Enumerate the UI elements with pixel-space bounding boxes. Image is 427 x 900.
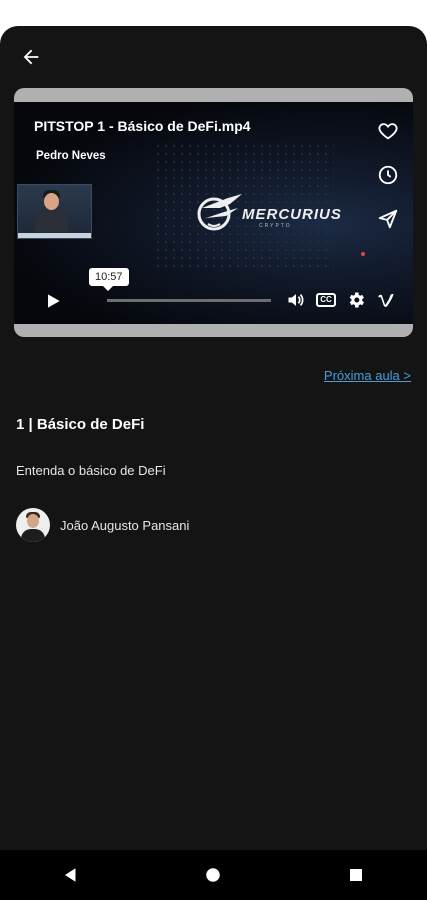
lesson-title: 1 | Básico de DeFi	[16, 416, 145, 433]
progress-bar[interactable]	[107, 299, 271, 302]
video-author: Pedro Neves	[36, 150, 106, 162]
player-controls: CC	[14, 282, 413, 318]
arrow-left-icon	[23, 49, 39, 65]
presenter-thumbnail	[17, 184, 92, 239]
recents-square-icon	[349, 869, 362, 881]
cc-icon: CC	[316, 293, 336, 307]
nav-back-button[interactable]	[51, 855, 91, 895]
logo-text: MERCURIUS	[242, 206, 342, 223]
back-triangle-icon	[65, 868, 76, 882]
android-nav-bar	[0, 850, 427, 900]
back-button[interactable]	[16, 42, 46, 72]
like-button[interactable]	[375, 118, 401, 144]
nav-home-button[interactable]	[193, 855, 233, 895]
heart-icon	[378, 123, 398, 140]
instructor-row: João Augusto Pansani	[16, 508, 189, 542]
lesson-description: Entenda o básico de DeFi	[16, 463, 166, 478]
share-button[interactable]	[375, 206, 401, 232]
nav-recents-button[interactable]	[336, 855, 376, 895]
play-button[interactable]	[38, 286, 68, 316]
video-player-card: PITSTOP 1 - Básico de DeFi.mp4 Pedro Nev…	[14, 88, 413, 337]
settings-button[interactable]	[344, 288, 368, 312]
vimeo-button[interactable]	[374, 288, 398, 312]
captions-button[interactable]: CC	[314, 288, 338, 312]
app-screen: PITSTOP 1 - Básico de DeFi.mp4 Pedro Nev…	[0, 26, 427, 900]
video-side-actions	[375, 118, 401, 232]
watch-later-button[interactable]	[375, 162, 401, 188]
clock-icon	[378, 165, 398, 185]
instructor-name: João Augusto Pansani	[60, 517, 190, 533]
logo-subtext: CRYPTO	[259, 223, 292, 229]
video-player[interactable]: PITSTOP 1 - Básico de DeFi.mp4 Pedro Nev…	[14, 102, 413, 324]
control-icons: CC	[284, 288, 398, 312]
home-circle-icon	[206, 868, 221, 882]
next-lesson-link[interactable]: Próxima aula >	[324, 368, 411, 383]
play-icon	[48, 294, 60, 308]
volume-button[interactable]	[284, 288, 308, 312]
volume-icon	[288, 294, 304, 306]
video-title: PITSTOP 1 - Básico de DeFi.mp4	[34, 118, 251, 134]
send-icon	[378, 209, 398, 229]
avatar	[16, 508, 50, 542]
red-dot	[361, 252, 365, 256]
settings-icon	[349, 292, 364, 308]
vimeo-icon	[378, 293, 394, 307]
